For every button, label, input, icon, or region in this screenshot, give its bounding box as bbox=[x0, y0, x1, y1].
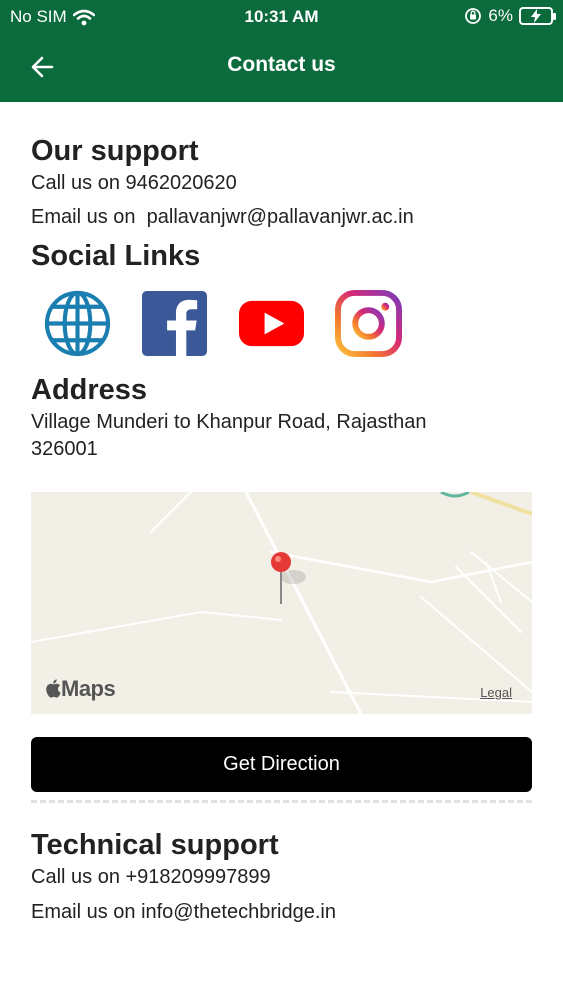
battery-icon bbox=[519, 7, 556, 25]
apple-logo-icon bbox=[46, 679, 61, 698]
get-direction-button[interactable]: Get Direction bbox=[31, 737, 532, 792]
facebook-icon[interactable] bbox=[141, 290, 208, 357]
map-legal-link[interactable]: Legal bbox=[480, 685, 512, 700]
social-links-heading: Social Links bbox=[31, 240, 201, 272]
page-title: Contact us bbox=[227, 53, 336, 76]
our-support-heading: Our support bbox=[31, 135, 199, 167]
address-line-2: 326001 bbox=[31, 438, 98, 460]
support-email-link[interactable]: pallavanjwr@pallavanjwr.ac.in bbox=[147, 206, 414, 228]
tech-phone-link[interactable]: +918209997899 bbox=[126, 866, 271, 888]
tech-call-line: Call us on +918209997899 bbox=[31, 866, 271, 889]
support-call-prefix: Call us on bbox=[31, 172, 120, 194]
tech-call-prefix: Call us on bbox=[31, 866, 120, 888]
globe-icon[interactable] bbox=[44, 290, 111, 357]
battery-percent: 6% bbox=[488, 6, 513, 25]
technical-support-heading: Technical support bbox=[31, 829, 279, 861]
tech-email-link[interactable]: info@thetechbridge.in bbox=[141, 901, 336, 923]
address-line-1: Village Munderi to Khanpur Road, Rajasth… bbox=[31, 411, 427, 433]
youtube-icon[interactable] bbox=[238, 290, 305, 357]
app-header: No SIM 10:31 AM 6% Contact us bbox=[0, 0, 563, 102]
status-bar: No SIM 10:31 AM 6% bbox=[0, 0, 563, 34]
orientation-lock-icon bbox=[465, 8, 482, 24]
tech-email-prefix: Email us on bbox=[31, 901, 136, 923]
section-divider bbox=[31, 800, 532, 803]
social-links-row bbox=[44, 290, 402, 357]
support-phone-link[interactable]: 9462020620 bbox=[126, 172, 237, 194]
map-view[interactable]: Maps Legal bbox=[31, 492, 532, 714]
support-email-prefix: Email us on bbox=[31, 206, 136, 228]
support-call-line: Call us on 9462020620 bbox=[31, 172, 237, 195]
tech-email-line: Email us on info@thetechbridge.in bbox=[31, 901, 336, 924]
address-heading: Address bbox=[31, 374, 148, 406]
maps-logo-text: Maps bbox=[61, 676, 116, 701]
maps-logo: Maps bbox=[45, 676, 116, 702]
support-email-line: Email us on pallavanjwr@pallavanjwr.ac.i… bbox=[31, 206, 414, 229]
status-right: 6% bbox=[464, 6, 556, 26]
instagram-icon[interactable] bbox=[335, 290, 402, 357]
